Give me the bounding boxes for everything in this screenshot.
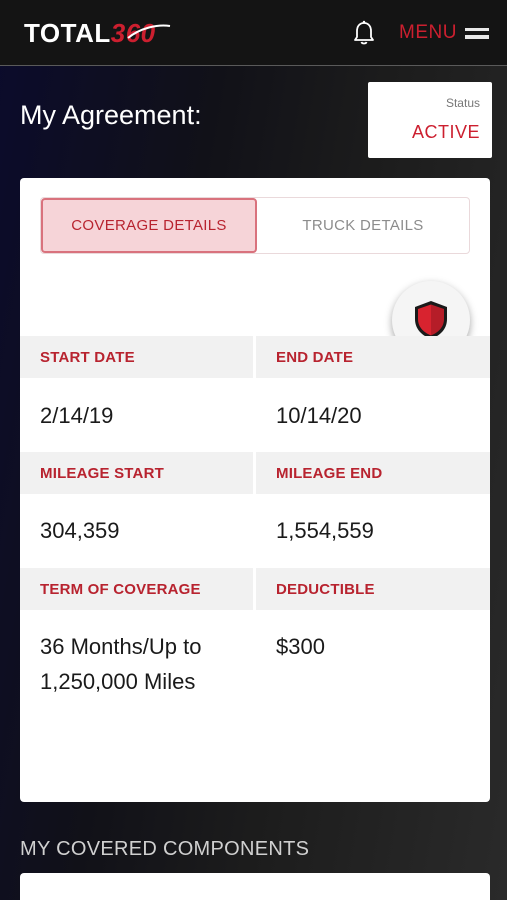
hamburger-icon xyxy=(464,27,489,39)
agreement-card: COVERAGE DETAILS TRUCK DETAILS START DAT… xyxy=(20,178,490,802)
mileage-end-value: 1,554,559 xyxy=(276,518,374,543)
status-box: Status ACTIVE xyxy=(368,82,492,158)
covered-components-title: MY COVERED COMPONENTS xyxy=(20,838,310,860)
mileage-start-label: MILEAGE START xyxy=(20,452,253,494)
status-badge: ACTIVE xyxy=(411,122,480,142)
logo-swoosh-icon xyxy=(127,24,171,39)
term-of-coverage-value: 36 Months/Up to 1,250,000 Miles xyxy=(40,634,202,694)
page-title: My Agreement: xyxy=(20,100,202,130)
start-date-value: 2/14/19 xyxy=(40,403,114,428)
mileage-start-value: 304,359 xyxy=(40,518,120,543)
tab-coverage-details[interactable]: COVERAGE DETAILS xyxy=(41,198,257,253)
total360-logo[interactable]: TOTAL 360 xyxy=(24,18,171,49)
start-date-label: START DATE xyxy=(20,336,253,378)
mileage-end-label: MILEAGE END xyxy=(256,452,490,494)
tab-truck-details[interactable]: TRUCK DETAILS xyxy=(257,198,469,253)
deductible-value: $300 xyxy=(276,634,325,659)
deductible-label: DEDUCTIBLE xyxy=(256,568,490,610)
menu-label: MENU xyxy=(399,22,457,43)
end-date-value: 10/14/20 xyxy=(276,403,362,428)
term-of-coverage-label: TERM OF COVERAGE xyxy=(20,568,253,610)
covered-components-card xyxy=(20,873,490,900)
end-date-label: END DATE xyxy=(256,336,490,378)
top-bar: TOTAL 360 MENU xyxy=(0,0,507,66)
shield-icon xyxy=(415,301,447,339)
status-label: Status xyxy=(445,96,480,110)
bell-icon[interactable] xyxy=(352,20,376,46)
details-tabs: COVERAGE DETAILS TRUCK DETAILS xyxy=(40,197,470,254)
menu-button[interactable]: MENU xyxy=(399,20,489,46)
logo-text: TOTAL xyxy=(24,18,111,48)
